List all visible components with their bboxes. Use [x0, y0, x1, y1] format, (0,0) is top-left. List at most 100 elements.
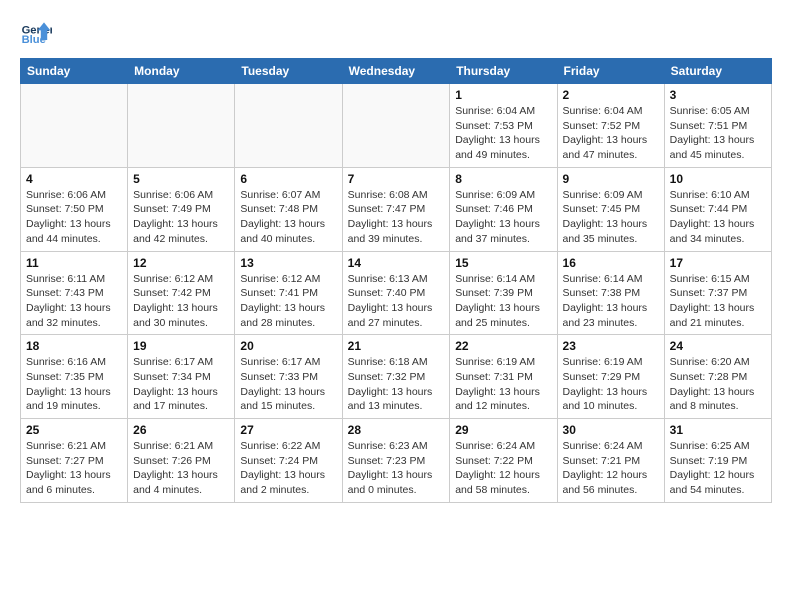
day-info: Sunrise: 6:17 AM Sunset: 7:34 PM Dayligh… — [133, 355, 229, 414]
day-number: 26 — [133, 423, 229, 437]
day-number: 17 — [670, 256, 766, 270]
calendar-cell — [128, 84, 235, 168]
day-number: 18 — [26, 339, 122, 353]
day-info: Sunrise: 6:25 AM Sunset: 7:19 PM Dayligh… — [670, 439, 766, 498]
weekday-header-friday: Friday — [557, 59, 664, 84]
calendar-cell: 14 Sunrise: 6:13 AM Sunset: 7:40 PM Dayli… — [342, 251, 450, 335]
day-number: 13 — [240, 256, 336, 270]
day-info: Sunrise: 6:20 AM Sunset: 7:28 PM Dayligh… — [670, 355, 766, 414]
week-row-3: 11 Sunrise: 6:11 AM Sunset: 7:43 PM Dayli… — [21, 251, 772, 335]
day-info: Sunrise: 6:19 AM Sunset: 7:31 PM Dayligh… — [455, 355, 551, 414]
calendar-cell: 18 Sunrise: 6:16 AM Sunset: 7:35 PM Dayli… — [21, 335, 128, 419]
calendar-cell: 27 Sunrise: 6:22 AM Sunset: 7:24 PM Dayli… — [235, 419, 342, 503]
calendar-cell — [235, 84, 342, 168]
day-number: 25 — [26, 423, 122, 437]
day-info: Sunrise: 6:23 AM Sunset: 7:23 PM Dayligh… — [348, 439, 445, 498]
day-info: Sunrise: 6:05 AM Sunset: 7:51 PM Dayligh… — [670, 104, 766, 163]
weekday-header-sunday: Sunday — [21, 59, 128, 84]
day-number: 7 — [348, 172, 445, 186]
calendar-cell: 4 Sunrise: 6:06 AM Sunset: 7:50 PM Daylig… — [21, 167, 128, 251]
calendar-cell: 12Sunrise: 6:12 AM Sunset: 7:42 PM Dayli… — [128, 251, 235, 335]
day-number: 24 — [670, 339, 766, 353]
day-info: Sunrise: 6:09 AM Sunset: 7:45 PM Dayligh… — [563, 188, 659, 247]
calendar-cell: 16 Sunrise: 6:14 AM Sunset: 7:38 PM Dayli… — [557, 251, 664, 335]
calendar-cell: 6 Sunrise: 6:07 AM Sunset: 7:48 PM Daylig… — [235, 167, 342, 251]
day-info: Sunrise: 6:14 AM Sunset: 7:38 PM Dayligh… — [563, 272, 659, 331]
day-info: Sunrise: 6:06 AM Sunset: 7:50 PM Dayligh… — [26, 188, 122, 247]
calendar-cell — [342, 84, 450, 168]
calendar-cell: 25 Sunrise: 6:21 AM Sunset: 7:27 PM Dayli… — [21, 419, 128, 503]
day-info: Sunrise: 6:14 AM Sunset: 7:39 PM Dayligh… — [455, 272, 551, 331]
weekday-header-saturday: Saturday — [664, 59, 771, 84]
day-info: Sunrise: 6:06 AM Sunset: 7:49 PM Dayligh… — [133, 188, 229, 247]
calendar-cell: 15 Sunrise: 6:14 AM Sunset: 7:39 PM Dayli… — [450, 251, 557, 335]
calendar-cell: 19 Sunrise: 6:17 AM Sunset: 7:34 PM Dayli… — [128, 335, 235, 419]
calendar-table: SundayMondayTuesdayWednesdayThursdayFrid… — [20, 58, 772, 503]
week-row-1: 1 Sunrise: 6:04 AM Sunset: 7:53 PM Daylig… — [21, 84, 772, 168]
calendar-cell: 17 Sunrise: 6:15 AM Sunset: 7:37 PM Dayli… — [664, 251, 771, 335]
weekday-header-thursday: Thursday — [450, 59, 557, 84]
day-info: Sunrise: 6:04 AM Sunset: 7:53 PM Dayligh… — [455, 104, 551, 163]
day-number: 27 — [240, 423, 336, 437]
calendar-cell: 7 Sunrise: 6:08 AM Sunset: 7:47 PM Daylig… — [342, 167, 450, 251]
day-info: Sunrise: 6:12 AM Sunset: 7:42 PM Dayligh… — [133, 272, 229, 331]
day-number: 31 — [670, 423, 766, 437]
day-info: Sunrise: 6:09 AM Sunset: 7:46 PM Dayligh… — [455, 188, 551, 247]
day-number: 6 — [240, 172, 336, 186]
day-number: 29 — [455, 423, 551, 437]
weekday-header-tuesday: Tuesday — [235, 59, 342, 84]
day-number: 1 — [455, 88, 551, 102]
calendar-cell: 24 Sunrise: 6:20 AM Sunset: 7:28 PM Dayli… — [664, 335, 771, 419]
calendar-cell: 13Sunrise: 6:12 AM Sunset: 7:41 PM Dayli… — [235, 251, 342, 335]
day-number: 8 — [455, 172, 551, 186]
calendar-cell: 8 Sunrise: 6:09 AM Sunset: 7:46 PM Daylig… — [450, 167, 557, 251]
calendar-cell: 3 Sunrise: 6:05 AM Sunset: 7:51 PM Daylig… — [664, 84, 771, 168]
calendar-cell: 31 Sunrise: 6:25 AM Sunset: 7:19 PM Dayli… — [664, 419, 771, 503]
day-number: 19 — [133, 339, 229, 353]
day-number: 15 — [455, 256, 551, 270]
day-info: Sunrise: 6:15 AM Sunset: 7:37 PM Dayligh… — [670, 272, 766, 331]
calendar-cell: 29 Sunrise: 6:24 AM Sunset: 7:22 PM Dayli… — [450, 419, 557, 503]
day-info: Sunrise: 6:24 AM Sunset: 7:22 PM Dayligh… — [455, 439, 551, 498]
calendar-cell: 1 Sunrise: 6:04 AM Sunset: 7:53 PM Daylig… — [450, 84, 557, 168]
week-row-2: 4 Sunrise: 6:06 AM Sunset: 7:50 PM Daylig… — [21, 167, 772, 251]
day-info: Sunrise: 6:18 AM Sunset: 7:32 PM Dayligh… — [348, 355, 445, 414]
day-number: 9 — [563, 172, 659, 186]
day-info: Sunrise: 6:16 AM Sunset: 7:35 PM Dayligh… — [26, 355, 122, 414]
day-number: 11 — [26, 256, 122, 270]
logo-icon: General Blue — [20, 16, 52, 48]
day-number: 23 — [563, 339, 659, 353]
day-number: 3 — [670, 88, 766, 102]
calendar-cell: 10 Sunrise: 6:10 AM Sunset: 7:44 PM Dayli… — [664, 167, 771, 251]
day-number: 16 — [563, 256, 659, 270]
calendar-cell: 5 Sunrise: 6:06 AM Sunset: 7:49 PM Daylig… — [128, 167, 235, 251]
weekday-header-row: SundayMondayTuesdayWednesdayThursdayFrid… — [21, 59, 772, 84]
day-number: 28 — [348, 423, 445, 437]
day-number: 5 — [133, 172, 229, 186]
day-info: Sunrise: 6:10 AM Sunset: 7:44 PM Dayligh… — [670, 188, 766, 247]
day-info: Sunrise: 6:08 AM Sunset: 7:47 PM Dayligh… — [348, 188, 445, 247]
day-info: Sunrise: 6:22 AM Sunset: 7:24 PM Dayligh… — [240, 439, 336, 498]
calendar-cell: 23 Sunrise: 6:19 AM Sunset: 7:29 PM Dayli… — [557, 335, 664, 419]
day-info: Sunrise: 6:19 AM Sunset: 7:29 PM Dayligh… — [563, 355, 659, 414]
day-number: 14 — [348, 256, 445, 270]
day-info: Sunrise: 6:07 AM Sunset: 7:48 PM Dayligh… — [240, 188, 336, 247]
day-number: 10 — [670, 172, 766, 186]
calendar-cell: 9 Sunrise: 6:09 AM Sunset: 7:45 PM Daylig… — [557, 167, 664, 251]
day-info: Sunrise: 6:24 AM Sunset: 7:21 PM Dayligh… — [563, 439, 659, 498]
calendar-cell — [21, 84, 128, 168]
calendar-cell: 28 Sunrise: 6:23 AM Sunset: 7:23 PM Dayli… — [342, 419, 450, 503]
page-header: General Blue — [20, 16, 772, 48]
day-number: 21 — [348, 339, 445, 353]
day-info: Sunrise: 6:21 AM Sunset: 7:26 PM Dayligh… — [133, 439, 229, 498]
day-info: Sunrise: 6:17 AM Sunset: 7:33 PM Dayligh… — [240, 355, 336, 414]
weekday-header-monday: Monday — [128, 59, 235, 84]
day-info: Sunrise: 6:21 AM Sunset: 7:27 PM Dayligh… — [26, 439, 122, 498]
day-info: Sunrise: 6:13 AM Sunset: 7:40 PM Dayligh… — [348, 272, 445, 331]
week-row-4: 18 Sunrise: 6:16 AM Sunset: 7:35 PM Dayli… — [21, 335, 772, 419]
day-number: 4 — [26, 172, 122, 186]
day-info: Sunrise: 6:11 AM Sunset: 7:43 PM Dayligh… — [26, 272, 122, 331]
calendar-cell: 21 Sunrise: 6:18 AM Sunset: 7:32 PM Dayli… — [342, 335, 450, 419]
calendar-cell: 26 Sunrise: 6:21 AM Sunset: 7:26 PM Dayli… — [128, 419, 235, 503]
day-info: Sunrise: 6:04 AM Sunset: 7:52 PM Dayligh… — [563, 104, 659, 163]
